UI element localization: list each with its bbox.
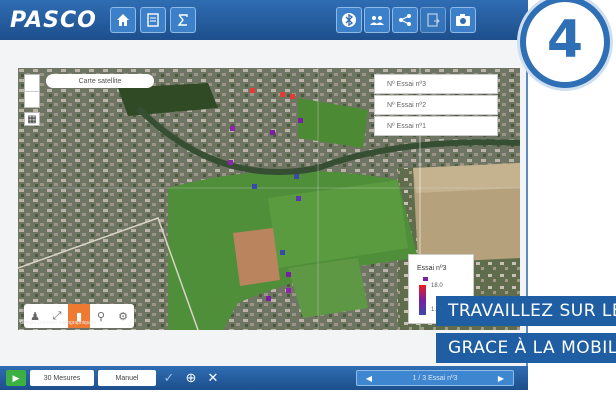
start-button[interactable]: ▶ [6,370,26,386]
street-view-button[interactable]: ▦ [24,112,40,126]
satellite-map[interactable]: ▦ Carte satellite Nº Essai nº3 Nº Essai … [18,68,520,330]
tools-icon: ✕ [207,370,219,385]
sampling-mode-field[interactable]: 30 Mesures [30,370,94,386]
legend-gradient [419,285,426,315]
step-number-badge: 4 [520,0,610,88]
export-icon [427,13,440,27]
promo-banner-line-2: GRACE À LA MOBILITÉ [436,333,616,363]
run-item[interactable]: Nº Essai nº1 [374,116,498,136]
document-button[interactable] [140,7,166,33]
run-selector: Nº Essai nº3 Nº Essai nº2 Nº Essai nº1 [374,74,498,137]
run-item[interactable]: Nº Essai nº3 [374,74,498,94]
timer-icon: ⊕ [185,370,197,385]
camera-icon [456,14,470,26]
users-button[interactable] [364,7,390,33]
pasco-logo: PASCO [10,8,97,33]
map-attribution: Google Données cartographiques [20,320,95,326]
promo-banner-line-1: TRAVAILLEZ SUR LE TERRAIN [436,296,616,326]
camera-button[interactable] [450,7,476,33]
previous-run-button[interactable]: ◀ [359,371,379,385]
share-icon [399,14,411,26]
play-icon: ▶ [12,372,20,383]
home-button[interactable] [110,7,136,33]
zoom-control[interactable] [24,74,40,108]
calculation-button[interactable] [170,7,196,33]
legend-title: Essai nº3 [417,265,447,272]
bluetooth-button[interactable] [336,7,362,33]
app-window: PASCO ▦ Carte satellite Nº Essai nº3 Nº … [0,0,528,390]
run-item[interactable]: Nº Essai nº2 [374,95,498,115]
legend-max: 18.0 [431,283,443,289]
legend-swatch [423,277,428,281]
arrow-right-icon: ▶ [497,373,505,383]
next-run-button[interactable]: ▶ [491,371,511,385]
location-pin-icon: ⚲ [96,310,106,323]
run-pager: ◀ 1 / 3 Essai nº3 ▶ [356,370,514,386]
share-button[interactable] [392,7,418,33]
timer-button[interactable]: ⊕ [182,369,200,387]
bottom-toolbar: ▶ 30 Mesures Manuel ✓ ⊕ ✕ ◀ 1 / 3 Essai … [0,366,528,390]
users-icon [370,16,384,25]
tools-button[interactable]: ✕ [204,369,222,387]
keep-button[interactable]: ✓ [160,369,178,387]
export-button[interactable] [420,7,446,33]
pegman-icon: ▦ [27,113,37,125]
pager-label: 1 / 3 Essai nº3 [412,374,458,382]
checkmark-icon: ✓ [163,370,175,385]
top-toolbar: PASCO [0,0,528,40]
settings-button[interactable]: ⚙ [112,304,134,328]
map-type-button[interactable]: Carte satellite [46,74,154,88]
sigma-icon [177,14,188,26]
arrow-left-icon: ◀ [365,373,373,383]
sampling-rate-field[interactable]: Manuel [98,370,156,386]
bluetooth-icon [342,13,356,27]
settings-icon: ⚙ [118,310,128,323]
zoom-separator [25,91,39,92]
home-icon [117,14,129,26]
document-icon [147,13,159,27]
step-number: 4 [546,10,584,70]
